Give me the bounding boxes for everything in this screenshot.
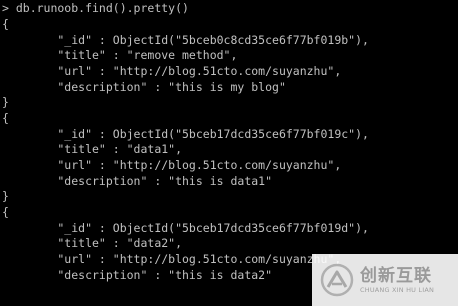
output-line: "title" : "remove method", <box>2 48 238 62</box>
output-line: "_id" : ObjectId("5bceb0c8cd35ce6f77bf01… <box>2 33 369 47</box>
output-line: { <box>2 17 9 31</box>
brand-logo-icon <box>320 263 354 297</box>
output-line: "description" : "this is my blog" <box>2 80 286 94</box>
output-line: { <box>2 111 9 125</box>
output-line: "_id" : ObjectId("5bceb17dcd35ce6f77bf01… <box>2 221 369 235</box>
output-line: "url" : "http://blog.51cto.com/suyanzhu"… <box>2 64 342 78</box>
output-line: "url" : "http://blog.51cto.com/suyanzhu"… <box>2 252 342 266</box>
output-line: } <box>2 95 9 109</box>
watermark-title: 创新互联 <box>360 265 432 286</box>
output-line: "_id" : ObjectId("5bceb17dcd35ce6f77bf01… <box>2 127 369 141</box>
watermark: 创新互联 CHUANG XIN HU LIAN <box>312 254 458 306</box>
command-line: > db.runoob.find().pretty() <box>2 1 189 15</box>
output-line: "url" : "http://blog.51cto.com/suyanzhu"… <box>2 158 342 172</box>
output-line: } <box>2 189 9 203</box>
output-line: "description" : "this is data2" <box>2 268 273 282</box>
output-line: "description" : "this is data1" <box>2 174 273 188</box>
output-line: { <box>2 205 9 219</box>
output-line: "title" : "data1", <box>2 142 183 156</box>
output-line: "title" : "data2", <box>2 236 183 250</box>
watermark-subtitle: CHUANG XIN HU LIAN <box>360 285 435 294</box>
